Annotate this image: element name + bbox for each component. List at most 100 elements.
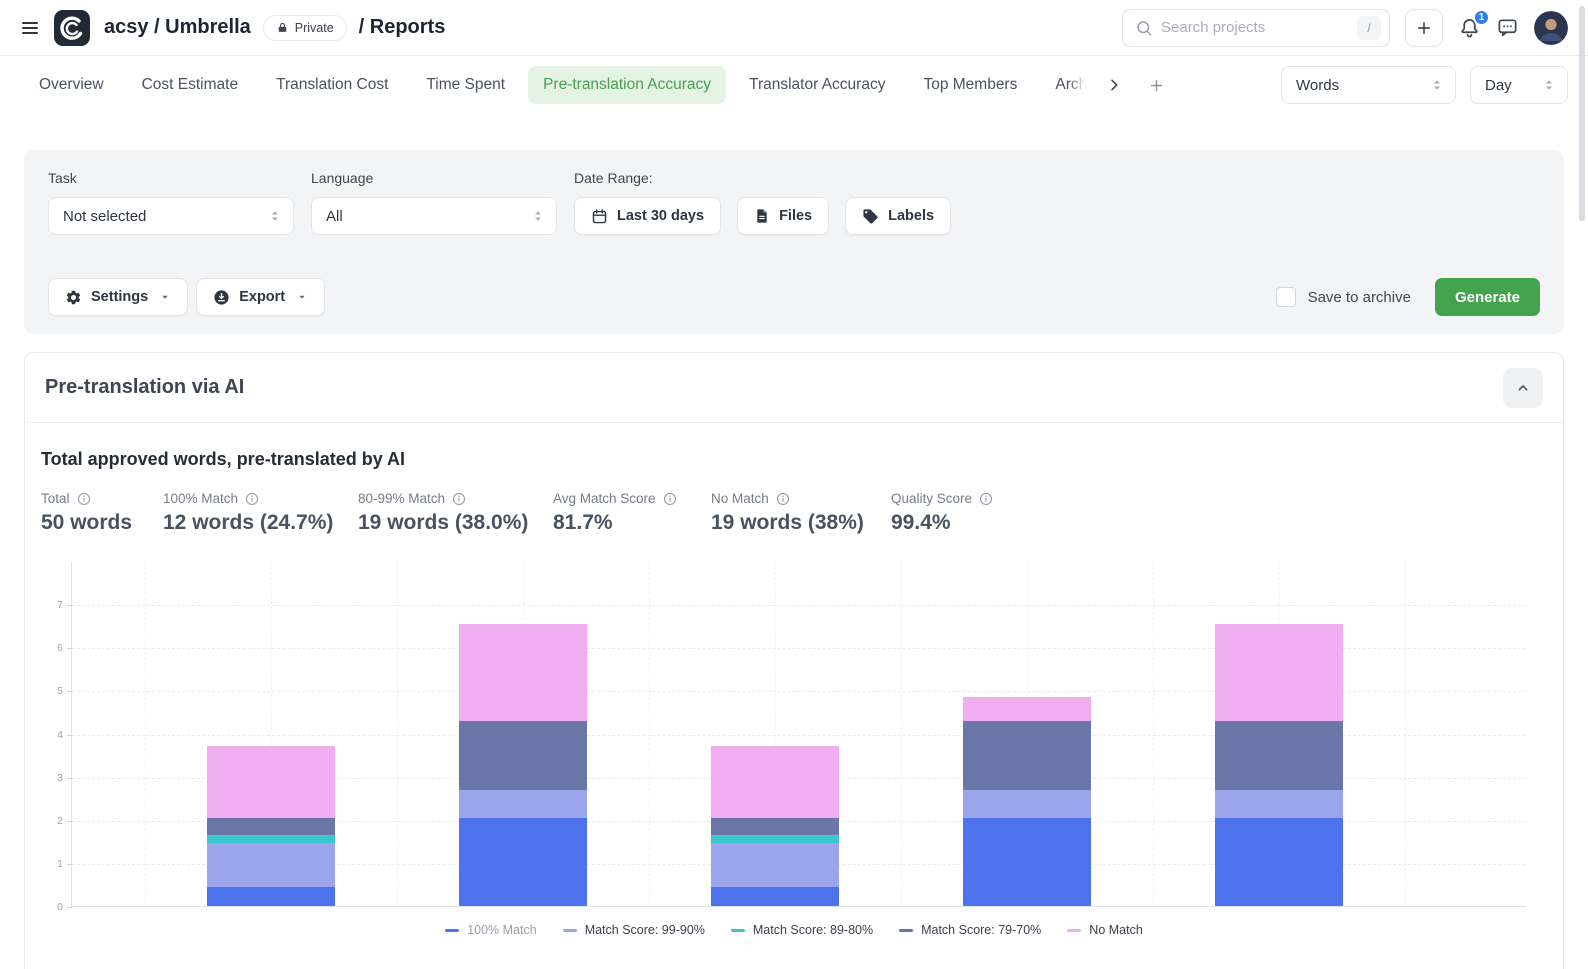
bar-segment [963,818,1091,906]
tab-translation-cost[interactable]: Translation Cost [261,66,403,104]
bar-segment [207,835,335,844]
generate-button[interactable]: Generate [1435,278,1540,316]
search-box[interactable]: / [1122,9,1390,47]
legend-color-dash [731,929,745,932]
date-range-button[interactable]: Last 30 days [574,197,721,235]
messages-button[interactable] [1496,16,1519,39]
collapse-card-button[interactable] [1503,368,1543,408]
chart-bar [207,746,335,906]
stat-value: 12 words (24.7%) [163,511,358,535]
tab-cost-estimate[interactable]: Cost Estimate [127,66,253,104]
chevron-right-icon [1106,77,1122,93]
labels-filter-label: Labels [888,208,934,224]
breadcrumb-path[interactable]: acsy / Umbrella [104,16,251,39]
tab-translator-accuracy[interactable]: Translator Accuracy [734,66,900,104]
legend-item[interactable]: Match Score: 89-80% [731,923,873,937]
legend-item[interactable]: No Match [1067,923,1143,937]
y-axis-tick-label: 2 [39,815,63,827]
y-axis-tickmark [67,648,72,649]
menu-button[interactable] [20,18,40,38]
legend-label: Match Score: 89-80% [753,923,873,937]
report-card-body: Total approved words, pre-translated by … [25,423,1563,937]
date-range-label: Date Range: [574,170,951,186]
save-to-archive-checkbox[interactable] [1276,287,1296,307]
export-button-label: Export [239,289,285,305]
create-new-button[interactable] [1405,9,1443,47]
chart-bar [711,746,839,906]
legend-color-dash [899,929,913,932]
stat-value: 19 words (38.0%) [358,511,553,535]
tab-top-members[interactable]: Top Members [908,66,1032,104]
unit-select-value: Words [1296,77,1339,94]
legend-label: No Match [1089,923,1143,937]
info-icon[interactable] [245,492,259,506]
labels-filter-button[interactable]: Labels [845,197,951,235]
tab-pre-translation-accuracy[interactable]: Pre-translation Accuracy [528,66,726,104]
stat-avg-match-score: Avg Match Score 81.7% [553,491,711,535]
user-avatar[interactable] [1534,11,1568,45]
legend-label: Match Score: 79-70% [921,923,1041,937]
files-filter-button[interactable]: Files [737,197,829,235]
file-icon [754,208,770,224]
bar-segment [711,746,839,817]
breadcrumb: acsy / Umbrella Private / Reports [104,15,445,41]
y-axis-tick-label: 3 [39,772,63,784]
pre-translation-report-card: Pre-translation via AI Total approved wo… [24,352,1564,969]
task-select-value: Not selected [63,208,146,225]
legend-item[interactable]: Match Score: 99-90% [563,923,705,937]
summary-stats-row: Total 50 words 100% Match 12 words (24.7… [41,491,1547,535]
info-icon[interactable] [776,492,790,506]
app-window: acsy / Umbrella Private / Reports / [0,0,1588,969]
export-dropdown-button[interactable]: Export [196,278,325,316]
unit-select[interactable]: Words [1281,66,1456,104]
legend-label: 100% Match [467,923,536,937]
y-axis-tick-label: 1 [39,858,63,870]
stat-label: 80-99% Match [358,491,445,506]
y-axis-tickmark [67,907,72,908]
search-input[interactable] [1161,19,1349,36]
bar-segment [207,746,335,817]
y-axis-tick-label: 0 [39,901,63,913]
settings-dropdown-button[interactable]: Settings [48,278,188,316]
y-axis-tickmark [67,864,72,865]
info-icon[interactable] [979,492,993,506]
legend-item[interactable]: Match Score: 79-70% [899,923,1041,937]
stat-label: Avg Match Score [553,491,656,506]
info-icon[interactable] [663,492,677,506]
search-shortcut-key: / [1357,16,1381,40]
hamburger-icon [20,18,40,38]
task-select[interactable]: Not selected [48,197,294,235]
lock-icon [276,21,289,34]
tab-archive-truncated[interactable]: Arch [1040,66,1098,104]
info-icon[interactable] [77,492,91,506]
period-select[interactable]: Day [1470,66,1568,104]
notifications-button[interactable]: 1 [1458,16,1481,39]
info-icon[interactable] [452,492,466,506]
stat-value: 99.4% [891,511,993,535]
tabs-scroll-right-button[interactable] [1106,77,1122,93]
stat-value: 50 words [41,511,163,535]
legend-item[interactable]: 100% Match [445,923,536,937]
tab-overview[interactable]: Overview [24,66,119,104]
bar-segment [963,697,1091,721]
files-filter-label: Files [779,208,812,224]
language-select[interactable]: All [311,197,557,235]
vertical-scrollbar-thumb[interactable] [1579,6,1585,221]
settings-button-label: Settings [91,289,148,305]
bar-segment [207,818,335,835]
bar-segment [711,835,839,844]
add-report-tab-button[interactable] [1148,77,1165,94]
save-to-archive-option[interactable]: Save to archive [1276,287,1411,307]
bar-segment [711,887,839,906]
stat-label: Total [41,491,70,506]
gear-icon [65,289,82,306]
bar-segment [711,843,839,886]
language-filter-label: Language [311,170,557,186]
plus-icon [1415,19,1433,37]
chevron-up-icon [1515,380,1531,396]
privacy-badge[interactable]: Private [263,15,347,41]
tab-time-spent[interactable]: Time Spent [411,66,520,104]
report-filters-panel: Task Not selected Language All [24,150,1564,334]
chat-icon [1496,16,1519,39]
stat-value: 81.7% [553,511,711,535]
